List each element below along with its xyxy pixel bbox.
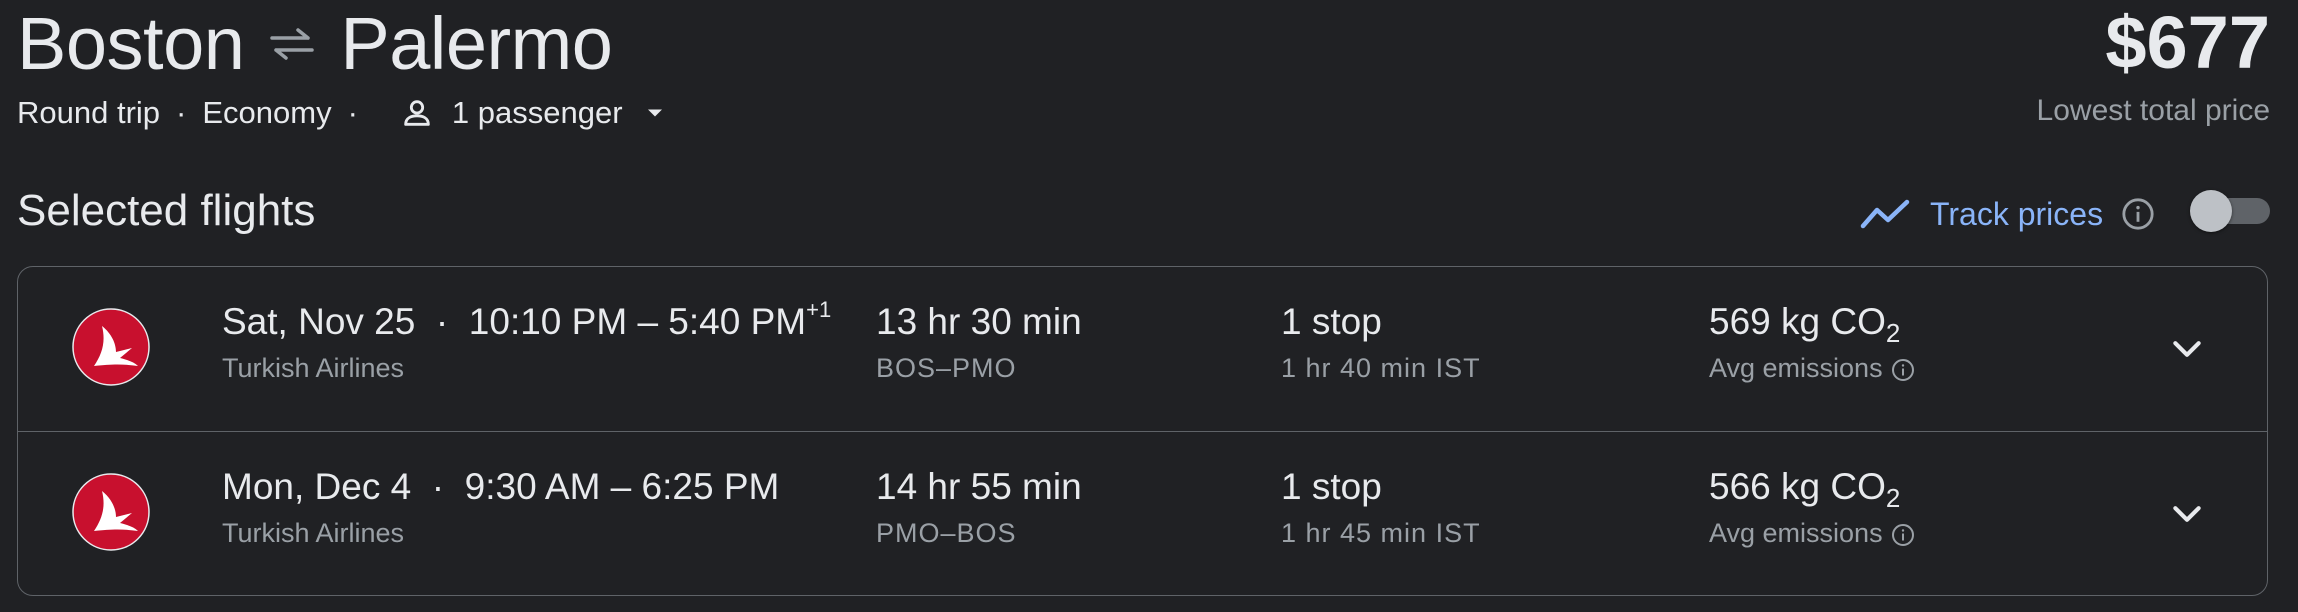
emissions-subscript: 2: [1885, 318, 1901, 348]
track-prices-toggle[interactable]: [2190, 190, 2270, 232]
day-offset: +1: [806, 297, 832, 322]
info-icon[interactable]: [2121, 197, 2155, 231]
flight-row[interactable]: Mon, Dec 4 · 9:30 AM – 6:25 PM Turkish A…: [18, 431, 2267, 595]
layover: 1 hr 40 min IST: [1281, 353, 1481, 383]
price-label: Lowest total price: [2036, 94, 2270, 127]
flight-date: Sat, Nov 25: [222, 301, 416, 342]
flight-duration: 13 hr 30 min BOS–PMO: [876, 301, 1082, 384]
flight-emissions: 566 kg CO2 Avg emissions: [1709, 466, 1915, 549]
emissions-label: Avg emissions: [1709, 518, 1883, 548]
trip-options: Round trip · Economy · 1 passenger: [17, 90, 669, 136]
trip-type[interactable]: Round trip: [17, 95, 160, 131]
stops: 1 stop: [1281, 301, 1382, 342]
flight-duration: 14 hr 55 min PMO–BOS: [876, 466, 1082, 549]
cabin-class[interactable]: Economy: [202, 95, 331, 131]
route-codes: BOS–PMO: [876, 353, 1017, 383]
expand-chevron-icon[interactable]: [2167, 494, 2207, 534]
trend-line-icon: [1860, 199, 1910, 229]
emissions-subscript: 2: [1885, 483, 1901, 513]
emissions-value: 569 kg CO: [1709, 301, 1886, 342]
flight-row[interactable]: Sat, Nov 25 · 10:10 PM – 5:40 PM+1 Turki…: [18, 267, 2267, 431]
track-prices-label: Track prices: [1930, 195, 2104, 232]
toggle-knob: [2190, 190, 2232, 232]
route-title: Boston Palermo: [17, 0, 613, 88]
lowest-price: $677: [2105, 1, 2270, 84]
turkish-airlines-logo: [72, 308, 150, 386]
flight-stops: 1 stop 1 hr 45 min IST: [1281, 466, 1481, 549]
airline-name: Turkish Airlines: [222, 518, 405, 548]
flight-times-range: 9:30 AM – 6:25 PM: [464, 466, 780, 507]
section-title: Selected flights: [17, 186, 316, 235]
separator-dot: ·: [411, 466, 465, 507]
duration: 14 hr 55 min: [876, 466, 1082, 507]
track-prices[interactable]: Track prices: [1860, 190, 2155, 238]
duration: 13 hr 30 min: [876, 301, 1082, 342]
selected-flights-list: Sat, Nov 25 · 10:10 PM – 5:40 PM+1 Turki…: [17, 266, 2268, 596]
passenger-count: 1 passenger: [451, 95, 623, 130]
passenger-selector[interactable]: 1 passenger: [374, 95, 669, 131]
flight-times-range: 10:10 PM – 5:40 PM: [468, 301, 807, 342]
flight-date: Mon, Dec 4: [222, 466, 412, 507]
info-icon[interactable]: [1891, 523, 1915, 547]
airline-name: Turkish Airlines: [222, 353, 405, 383]
expand-chevron-icon[interactable]: [2167, 329, 2207, 369]
emissions-label: Avg emissions: [1709, 353, 1883, 383]
separator-dot: ·: [176, 95, 187, 130]
emissions-value: 566 kg CO: [1709, 466, 1886, 507]
layover: 1 hr 45 min IST: [1281, 518, 1481, 548]
flight-times: Mon, Dec 4 · 9:30 AM – 6:25 PM Turkish A…: [222, 466, 779, 549]
flight-stops: 1 stop 1 hr 40 min IST: [1281, 301, 1481, 384]
separator-dot: ·: [415, 301, 469, 342]
flight-emissions: 569 kg CO2 Avg emissions: [1709, 301, 1915, 384]
turkish-airlines-logo: [72, 473, 150, 551]
destination-city: Palermo: [340, 2, 613, 85]
info-icon[interactable]: [1891, 358, 1915, 382]
swap-arrows-icon: [270, 28, 315, 60]
origin-city: Boston: [17, 2, 245, 85]
person-icon: [404, 100, 430, 126]
route-codes: PMO–BOS: [876, 518, 1017, 548]
caret-down-icon: [647, 109, 662, 117]
separator-dot: ·: [347, 95, 358, 130]
flight-times: Sat, Nov 25 · 10:10 PM – 5:40 PM+1 Turki…: [222, 297, 831, 384]
stops: 1 stop: [1281, 466, 1382, 507]
